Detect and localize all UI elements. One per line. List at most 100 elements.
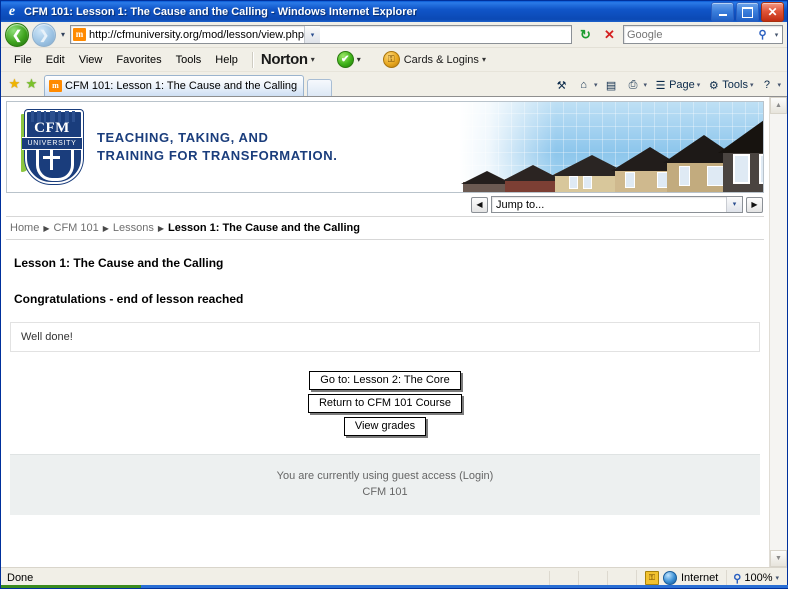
house-6 [718,120,763,192]
toolbar-divider [251,51,254,68]
page-footer: You are currently using guest access (Lo… [10,454,760,515]
scroll-down-icon[interactable]: ▼ [770,550,787,567]
cards-logins-lock-icon[interactable]: ⚿ [382,51,400,68]
well-done-text: Well done! [21,331,73,343]
research-icon: ⚒ [556,79,567,92]
norton-toolbar-label[interactable]: Norton [261,51,308,68]
breadcrumb-separator-icon: ▶ [102,223,109,233]
tab-bar: ★ ★ m CFM 101: Lesson 1: The Cause and t… [1,72,787,96]
close-button[interactable]: ✕ [761,2,784,22]
page-viewport: CFM UNIVERSITY TEACHING, TAKING, AND TRA… [1,96,787,567]
menu-bar: File Edit View Favorites Tools Help Nort… [1,48,787,72]
cards-logins-label[interactable]: Cards & Logins [404,54,479,66]
command-bar: ⚒ ⌂ ▾ ▤ ⎙ ▾ ☰ Page ▾ ⚙ Tools ▾ ? ▾ [551,74,787,96]
next-activity-button[interactable]: ▶ [746,196,763,213]
add-favorite-icon[interactable]: ★ [6,74,23,94]
security-zone[interactable]: ⚿ Internet [635,570,726,586]
menu-item-help[interactable]: Help [208,52,245,68]
zoom-control[interactable]: ⚲ 100% ▾ [726,570,785,586]
search-input[interactable] [624,27,754,42]
logo-university-text: UNIVERSITY [22,137,82,150]
menu-item-favorites[interactable]: Favorites [109,52,168,68]
jump-to-select[interactable]: Jump to... ▾ [491,196,743,213]
scroll-up-icon[interactable]: ▲ [770,97,787,114]
guest-access-text[interactable]: You are currently using guest access (Lo… [10,470,760,482]
favorites-bar-icon[interactable]: ★ [23,74,40,94]
protected-mode-icon: ⚿ [644,571,659,585]
jump-to-navigation: ◀ Jump to... ▾ ▶ [6,193,764,216]
stop-icon[interactable]: ✕ [599,24,620,45]
page-dropdown-icon: ▾ [696,82,701,89]
help-icon: ? [763,79,771,91]
internet-explorer-icon: e [8,3,16,19]
norton-safe-check-icon[interactable]: ✔ [336,51,354,68]
maximize-restore-button[interactable] [736,2,759,22]
banner-tagline: TEACHING, TAKING, AND TRAINING FOR TRANS… [97,129,337,165]
address-bar: ❮ ❯ ▾ m http://cfmuniversity.org/mod/les… [1,22,787,48]
norton-safe-dropdown-icon[interactable]: ▾ [357,55,361,64]
web-page: CFM UNIVERSITY TEACHING, TAKING, AND TRA… [1,97,769,567]
feeds-button[interactable]: ▤ [601,79,622,92]
refresh-icon[interactable]: ↻ [575,24,596,45]
minimize-button[interactable] [711,2,734,22]
breadcrumb-separator-icon: ▶ [43,223,50,233]
help-button[interactable]: ? ▾ [756,79,783,91]
previous-activity-button[interactable]: ◀ [471,196,488,213]
chevron-down-icon: ▾ [726,197,742,212]
banner-branding: CFM UNIVERSITY TEACHING, TAKING, AND TRA… [7,102,459,192]
menu-item-edit[interactable]: Edit [39,52,72,68]
browser-tab-active[interactable]: m CFM 101: Lesson 1: The Cause and the C… [44,75,305,96]
page-title: Lesson 1: The Cause and the Calling [14,256,224,270]
site-banner: CFM UNIVERSITY TEACHING, TAKING, AND TRA… [6,101,764,193]
cfm-university-logo-icon: CFM UNIVERSITY [21,108,83,186]
menu-item-file[interactable]: File [7,52,39,68]
cards-logins-dropdown-icon[interactable]: ▾ [482,55,486,64]
zoom-dropdown-icon[interactable]: ▾ [775,574,779,582]
url-text: http://cfmuniversity.org/mod/lesson/view… [89,28,305,41]
well-done-box: Well done! [10,322,760,352]
vertical-scrollbar[interactable]: ▲ ▼ [769,97,787,567]
goto-next-lesson-button[interactable]: Go to: Lesson 2: The Core [309,371,461,390]
tools-menu-button[interactable]: ⚙ Tools ▾ [703,79,755,92]
search-provider-dropdown-icon[interactable]: ▾ [771,31,782,39]
help-dropdown-icon: ▾ [777,82,781,89]
view-grades-button[interactable]: View grades [343,417,427,436]
back-button[interactable]: ❮ [5,22,29,47]
taskbar-strip [1,585,788,588]
window-controls: ✕ [711,2,784,22]
search-icon[interactable]: ⚲ [754,28,771,41]
lesson-content: Lesson 1: The Cause and the Calling Cong… [6,256,764,515]
congratulations-heading: Congratulations - end of lesson reached [14,292,244,306]
site-favicon: m [73,28,87,41]
breadcrumb-item-lessons[interactable]: Lessons [113,222,154,234]
tools-dropdown-icon: ▾ [749,82,754,89]
zone-label: Internet [680,572,719,584]
print-button[interactable]: ⎙ ▾ [623,79,650,92]
banner-houses-image [459,102,763,192]
jump-to-selected-value: Jump to... [496,198,545,211]
home-button[interactable]: ⌂ ▾ [573,79,600,91]
zoom-level-label: 100% [744,572,773,584]
logo-cfm-text: CFM [34,120,70,136]
history-dropdown-icon[interactable]: ▾ [59,30,67,39]
page-menu-button[interactable]: ☰ Page ▾ [650,79,702,92]
status-text: Done [7,572,34,584]
forward-button[interactable]: ❯ [32,22,56,47]
norton-dropdown-icon[interactable]: ▾ [311,55,315,64]
internet-zone-icon [662,571,677,585]
search-box[interactable]: ⚲ ▾ [623,25,783,44]
breadcrumb-item-home[interactable]: Home [10,222,39,234]
menu-item-view[interactable]: View [72,52,110,68]
menu-item-tools[interactable]: Tools [169,52,209,68]
return-to-course-button[interactable]: Return to CFM 101 Course [307,394,463,413]
url-input[interactable]: m http://cfmuniversity.org/mod/lesson/vi… [70,25,572,44]
printer-icon: ⎙ [628,78,638,91]
lesson-action-buttons: Go to: Lesson 2: The Core Return to CFM … [10,371,760,436]
research-button[interactable]: ⚒ [551,79,572,92]
breadcrumb: Home ▶ CFM 101 ▶ Lessons ▶ Lesson 1: The… [6,216,764,240]
breadcrumb-item-course[interactable]: CFM 101 [54,222,99,234]
print-dropdown-icon: ▾ [643,82,648,89]
footer-course-name[interactable]: CFM 101 [10,486,760,498]
new-tab-button[interactable] [307,79,333,96]
url-dropdown-icon[interactable]: ▾ [304,26,321,43]
